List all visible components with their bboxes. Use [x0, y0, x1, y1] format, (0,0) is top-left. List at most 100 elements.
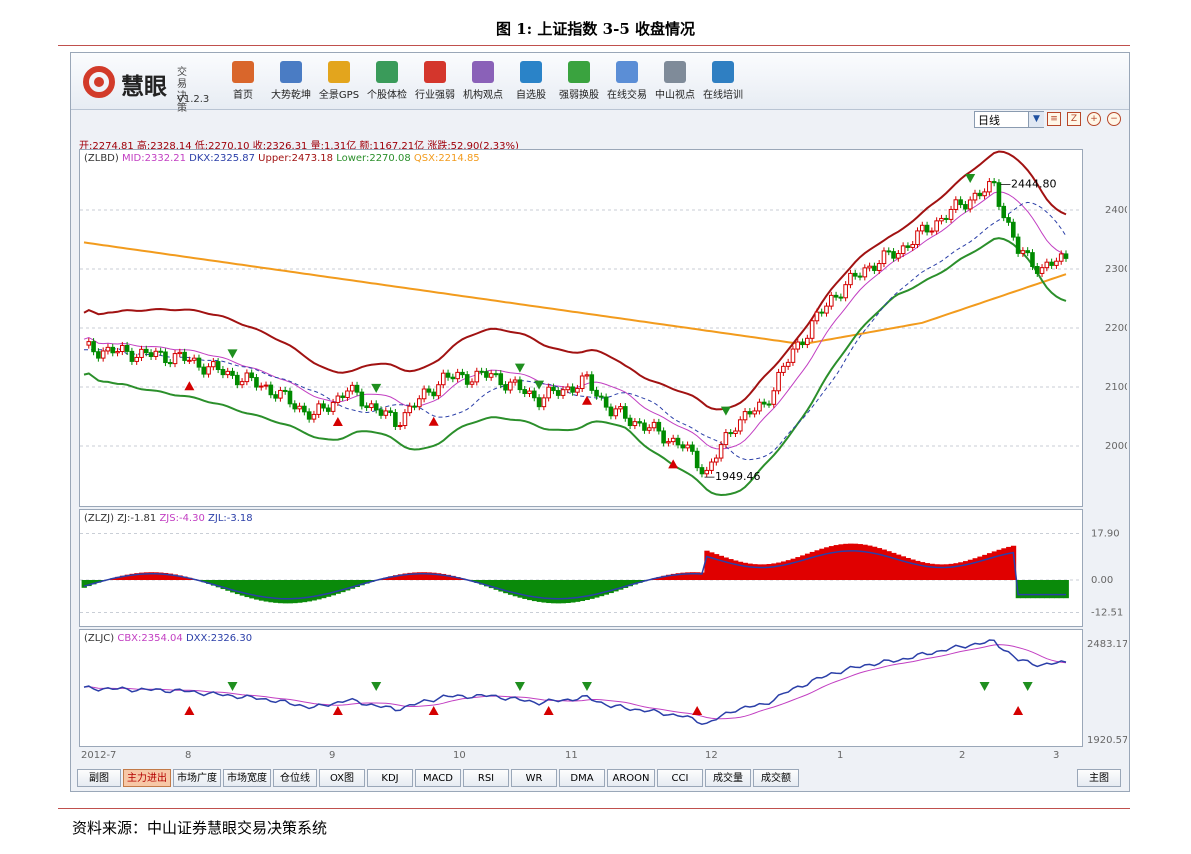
indicator-tab-5[interactable]: OX图	[319, 769, 365, 787]
list-view-icon[interactable]: ≡	[1047, 112, 1061, 126]
candle-body	[613, 408, 619, 417]
indicator-tab-3[interactable]: 市场宽度	[223, 769, 271, 787]
candle-body	[991, 181, 997, 184]
candle-body	[1058, 253, 1064, 262]
sell-signal-icon	[720, 406, 731, 416]
candle-body	[852, 272, 858, 277]
app-logo: 慧眼 交易决策 V1.2.3	[83, 62, 228, 114]
candle-body	[967, 199, 973, 210]
y-tick-label: 2483.17	[1087, 639, 1127, 650]
toolbar-item-8[interactable]: 在线交易	[601, 61, 653, 101]
candle-body	[546, 386, 551, 399]
sell-signal-icon	[534, 380, 545, 390]
candle-body	[790, 348, 796, 363]
indicator-tab-14[interactable]: 成交额	[753, 769, 799, 787]
candle-body	[680, 444, 686, 449]
candle-body	[187, 359, 192, 362]
indicator-tab-13[interactable]: 成交量	[705, 769, 751, 787]
home-icon	[232, 61, 254, 83]
buy-signal-icon	[692, 706, 703, 715]
zj-bar	[852, 543, 859, 580]
candle-body	[872, 265, 877, 271]
candle-body	[1001, 205, 1007, 219]
candle-body	[910, 244, 916, 248]
candle-body	[857, 275, 863, 278]
candle-body	[1020, 250, 1026, 254]
y-tick-label: 2200	[1105, 323, 1127, 334]
toolbar-item-10[interactable]: 在线培训	[697, 61, 749, 101]
indicator-tab-7[interactable]: MACD	[415, 769, 461, 787]
zj-bar	[268, 580, 274, 603]
zoom-in-icon[interactable]: +	[1087, 112, 1101, 126]
app-window: 慧眼 交易决策 V1.2.3 首页 大势乾坤 全景GPS 个股体检 行业强弱 机构观点 自选…	[70, 52, 1130, 792]
toolbar-item-2[interactable]: 全景GPS	[313, 61, 365, 101]
main-chart-panel[interactable]: (ZLBD) MID:2332.21 DKX:2325.87 Upper:247…	[79, 149, 1083, 507]
candle-body	[393, 412, 398, 427]
candle-body	[661, 430, 666, 444]
toolbar-item-label: 大势乾坤	[271, 90, 311, 101]
buy-signal-icon	[543, 706, 554, 715]
candle-body	[924, 224, 930, 233]
candle-body	[484, 371, 489, 378]
annotation-high: —2444.80	[1000, 178, 1057, 191]
indicator-tab-12[interactable]: CCI	[657, 769, 703, 787]
candle-body	[747, 411, 753, 415]
toolbar-item-4[interactable]: 行业强弱	[409, 61, 461, 101]
zljc-panel[interactable]: (ZLJC) CBX:2354.04 DXX:2326.30	[79, 629, 1083, 747]
date-axis: 2012-7 8 9 10 11 12 1 2 3	[81, 750, 1081, 764]
toolbar-item-0[interactable]: 首页	[217, 61, 269, 101]
zj-bar	[541, 580, 547, 603]
toolbar-item-7[interactable]: 强弱换股	[553, 61, 605, 101]
candle-body	[963, 204, 968, 210]
candle-body	[115, 350, 120, 354]
candle-body	[1063, 253, 1069, 259]
zj-bar	[713, 554, 720, 580]
zj-bar	[292, 580, 298, 604]
indicator-tab-9[interactable]: WR	[511, 769, 557, 787]
candle-body	[618, 406, 623, 410]
candle-body	[100, 350, 106, 359]
candle-body	[263, 384, 269, 387]
toolbar-item-5[interactable]: 机构观点	[457, 61, 509, 101]
main-chart-tab[interactable]: 主图	[1077, 769, 1121, 787]
toolbar-item-9[interactable]: 中山视点	[649, 61, 701, 101]
toolbar-item-3[interactable]: 个股体检	[361, 61, 413, 101]
zlzj-panel[interactable]: (ZLZJ) ZJ:-1.81 ZJS:-4.30 ZJL:-3.18	[79, 509, 1083, 627]
zlzj-histogram	[80, 532, 1082, 614]
indicator-tab-2[interactable]: 市场广度	[173, 769, 221, 787]
candle-body	[531, 390, 537, 399]
draw-tool-icon[interactable]: Z	[1067, 112, 1081, 126]
indicator-tab-6[interactable]: KDJ	[367, 769, 413, 787]
candle-body	[345, 390, 350, 398]
candle-body	[369, 403, 374, 409]
indicator-tab-10[interactable]: DMA	[559, 769, 605, 787]
indicator-tab-11[interactable]: AROON	[607, 769, 655, 787]
candle-body	[397, 425, 403, 428]
candle-body	[555, 390, 561, 396]
zj-bar	[1058, 580, 1065, 599]
chevron-down-icon[interactable]: ▼	[1028, 112, 1044, 127]
candle-body	[359, 391, 365, 407]
candle-body	[225, 370, 231, 376]
candle-body	[326, 407, 331, 412]
zj-bar	[560, 580, 566, 604]
indicator-tab-0[interactable]: 副图	[77, 769, 121, 787]
zoom-out-icon[interactable]: −	[1107, 112, 1121, 126]
candle-body	[91, 341, 96, 353]
candle-body	[723, 432, 729, 446]
toolbar-item-1[interactable]: 大势乾坤	[265, 61, 317, 101]
toolbar-item-label: 在线培训	[703, 90, 743, 101]
toolbar-item-6[interactable]: 自选股	[505, 61, 557, 101]
trade-icon	[616, 61, 638, 83]
candle-body	[982, 191, 987, 197]
indicator-tab-1[interactable]: 主力进出	[123, 769, 171, 787]
candle-body	[948, 208, 954, 220]
indicator-tab-4[interactable]: 仓位线	[273, 769, 317, 787]
zj-bar	[867, 545, 873, 580]
candle-body	[824, 305, 829, 314]
buy-signal-icon	[668, 459, 679, 469]
candle-body	[163, 351, 168, 364]
candle-body	[498, 373, 504, 386]
candle-body	[1030, 252, 1035, 268]
indicator-tab-8[interactable]: RSI	[463, 769, 509, 787]
